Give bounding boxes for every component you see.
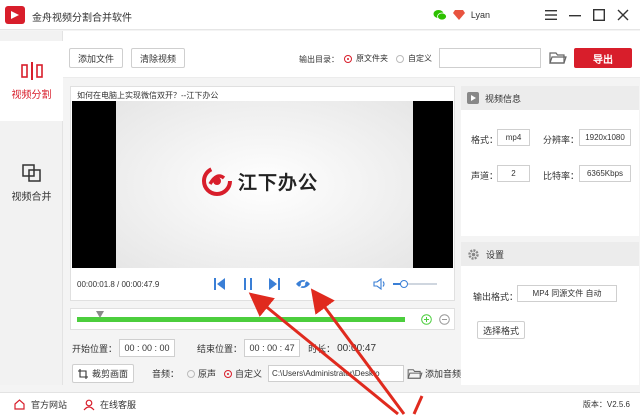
toolbar: 添加文件 清除视频 输出目录： 原文件夹 自定义 导出 <box>63 31 640 78</box>
video-title: 如何在电脑上实现微信双开？--江下办公 <box>77 91 219 100</box>
video-info-panel: 视频信息 格式： mp4 分辨率： 1920x1080 声道： 2 比特率： 6… <box>461 86 639 236</box>
duration-label: 时长： <box>308 343 336 354</box>
zoom-in-icon[interactable] <box>421 314 432 325</box>
channels-value: 2 <box>497 165 530 182</box>
volume-slider[interactable] <box>393 280 437 288</box>
official-site-link[interactable]: 官方网站 <box>31 398 67 411</box>
vip-diamond-icon[interactable] <box>452 10 465 20</box>
home-icon[interactable] <box>14 399 25 410</box>
end-position-input[interactable]: 00:00:47 <box>244 339 301 357</box>
sidebar: 视频分割 视频合并 <box>0 31 63 385</box>
audio-custom-label: 自定义 <box>235 369 263 379</box>
gear-icon <box>468 248 479 260</box>
bitrate-label: 比特率： <box>543 171 580 181</box>
headset-icon[interactable] <box>83 399 95 411</box>
timeline-start-marker-icon[interactable] <box>95 311 104 318</box>
export-button[interactable]: 导出 <box>574 48 632 68</box>
timeline-progress <box>77 317 405 322</box>
clear-video-button[interactable]: 清除视频 <box>131 48 185 68</box>
play-square-icon <box>467 92 479 104</box>
duration-value: 00:00:47 <box>337 342 377 354</box>
range-row: 开始位置： 00:00:00 结束位置： 00:00:47 时长： 00:00:… <box>72 339 376 357</box>
output-path-input[interactable] <box>439 48 541 68</box>
volume-icon[interactable] <box>373 278 387 290</box>
output-option-custom[interactable]: 自定义 <box>396 53 432 64</box>
brand-swirl-icon <box>202 166 232 196</box>
menu-icon[interactable] <box>542 6 560 24</box>
sidebar-item-video-merge[interactable]: 视频合并 <box>0 143 63 223</box>
minimize-icon[interactable] <box>566 6 584 24</box>
bitrate-value: 6365Kbps <box>579 165 631 182</box>
resolution-label: 分辨率： <box>543 135 580 145</box>
resolution-value: 1920x1080 <box>579 129 631 146</box>
merge-icon <box>21 163 41 182</box>
video-panel: 如何在电脑上实现微信双开？--江下办公 江下办公 00:00:01.8 / 00… <box>70 86 455 301</box>
pause-icon[interactable] <box>243 277 253 291</box>
output-option-source[interactable]: 原文件夹 <box>344 53 388 64</box>
start-position-label: 开始位置： <box>72 343 118 354</box>
output-dir-label: 输出目录： <box>299 55 339 64</box>
app-title: 金舟视频分割合并软件 <box>32 13 132 24</box>
version-value: V2.5.6 <box>606 400 630 409</box>
settings-header: 设置 <box>461 242 639 266</box>
timeline[interactable] <box>70 308 455 330</box>
audio-label: 音频： <box>152 369 180 379</box>
preview-eye-icon[interactable] <box>295 278 311 290</box>
audio-original-label: 原声 <box>198 369 217 379</box>
add-file-button[interactable]: 添加文件 <box>69 48 123 68</box>
folder-icon[interactable] <box>549 51 567 65</box>
brand-logo: 江下办公 <box>202 166 318 196</box>
bottom-bar: 官方网站 在线客服 版本： V2.5.6 <box>0 392 640 416</box>
maximize-icon[interactable] <box>590 6 608 24</box>
crop-icon <box>77 368 88 379</box>
video-info-header: 视频信息 <box>461 86 639 110</box>
channels-label: 声道： <box>471 171 499 181</box>
format-label: 格式： <box>471 135 499 145</box>
next-frame-icon[interactable] <box>268 277 280 291</box>
volume-slider-knob[interactable] <box>400 280 408 288</box>
prev-frame-icon[interactable] <box>214 277 226 291</box>
output-format-value: MP4 同源文件 自动 <box>517 285 617 302</box>
timeline-track[interactable] <box>77 311 405 322</box>
radio-source[interactable] <box>344 54 352 63</box>
split-icon <box>20 61 43 80</box>
settings-panel: 设置 输出格式： MP4 同源文件 自动 选择格式 <box>461 242 639 385</box>
sidebar-item-label: 视频分割 <box>11 89 52 101</box>
sidebar-item-label: 视频合并 <box>11 191 52 203</box>
radio-audio-custom[interactable] <box>224 369 233 378</box>
close-icon[interactable] <box>614 6 632 24</box>
sidebar-item-video-split[interactable]: 视频分割 <box>0 41 63 121</box>
add-audio-folder-icon[interactable] <box>407 368 423 380</box>
audio-path-input[interactable]: C:\Users\Administrator\Deskto <box>268 365 405 382</box>
player-controls: 00:00:01.8 / 00:00:47.9 <box>71 270 454 300</box>
end-position-label: 结束位置： <box>197 343 243 354</box>
crop-button[interactable]: 裁剪画面 <box>72 364 134 383</box>
format-value: mp4 <box>497 129 530 146</box>
video-frame: 江下办公 <box>116 101 413 268</box>
wechat-icon[interactable] <box>433 9 447 21</box>
username[interactable]: Lyan <box>471 10 490 20</box>
title-bar: 金舟视频分割合并软件 Lyan <box>0 0 640 30</box>
brand-text: 江下办公 <box>238 172 319 194</box>
version-label: 版本： <box>582 400 607 409</box>
start-position-input[interactable]: 00:00:00 <box>119 339 176 357</box>
choose-format-button[interactable]: 选择格式 <box>477 321 525 339</box>
online-support-link[interactable]: 在线客服 <box>100 398 136 411</box>
radio-audio-original[interactable] <box>187 369 196 378</box>
app-logo-icon <box>5 6 25 24</box>
add-audio-button[interactable]: 添加音频 <box>425 367 461 380</box>
audio-row: 音频： 原声 自定义 C:\Users\Administrator\Deskto… <box>152 364 461 383</box>
playback-time: 00:00:01.8 / 00:00:47.9 <box>77 280 160 289</box>
zoom-out-icon[interactable] <box>439 314 450 325</box>
video-player[interactable]: 江下办公 <box>72 101 453 268</box>
output-format-label: 输出格式： <box>473 292 519 302</box>
radio-custom[interactable] <box>396 54 404 63</box>
